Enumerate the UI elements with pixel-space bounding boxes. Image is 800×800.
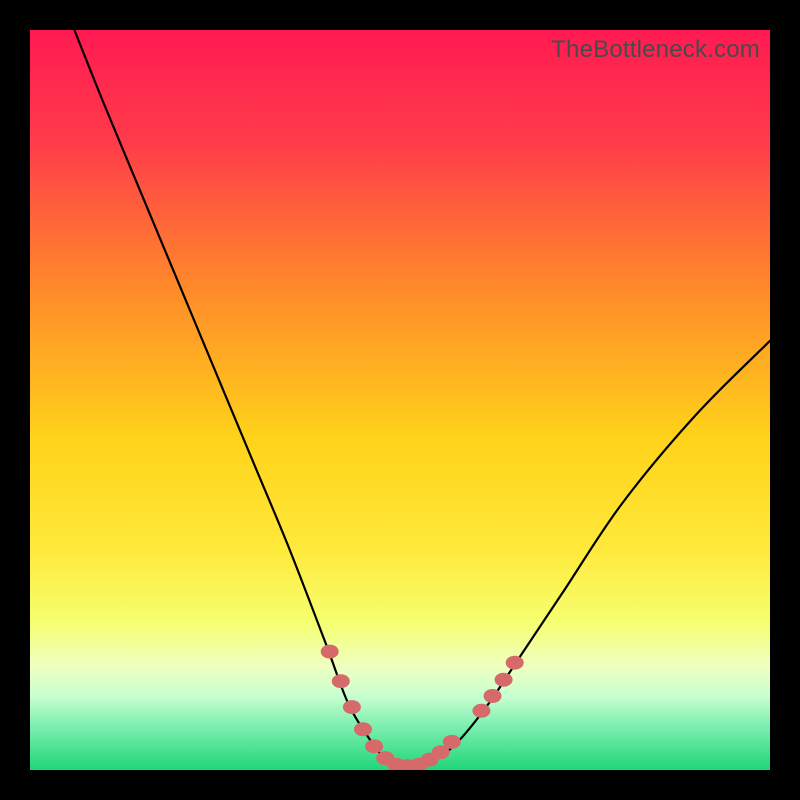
curve-layer: [30, 30, 770, 770]
bead-marker: [484, 689, 502, 703]
watermark-label: TheBottleneck.com: [551, 36, 760, 64]
bead-marker: [321, 645, 339, 659]
bead-marker: [332, 674, 350, 688]
bead-marker: [472, 704, 490, 718]
bead-marker: [506, 656, 524, 670]
bead-marker: [365, 739, 383, 753]
chart-frame: TheBottleneck.com: [0, 0, 800, 800]
bead-marker: [354, 722, 372, 736]
plot-area: TheBottleneck.com: [30, 30, 770, 770]
bead-marker: [495, 673, 513, 687]
bead-marker: [343, 700, 361, 714]
bottleneck-curve: [74, 30, 770, 767]
highlight-beads: [321, 645, 524, 770]
bead-marker: [443, 735, 461, 749]
